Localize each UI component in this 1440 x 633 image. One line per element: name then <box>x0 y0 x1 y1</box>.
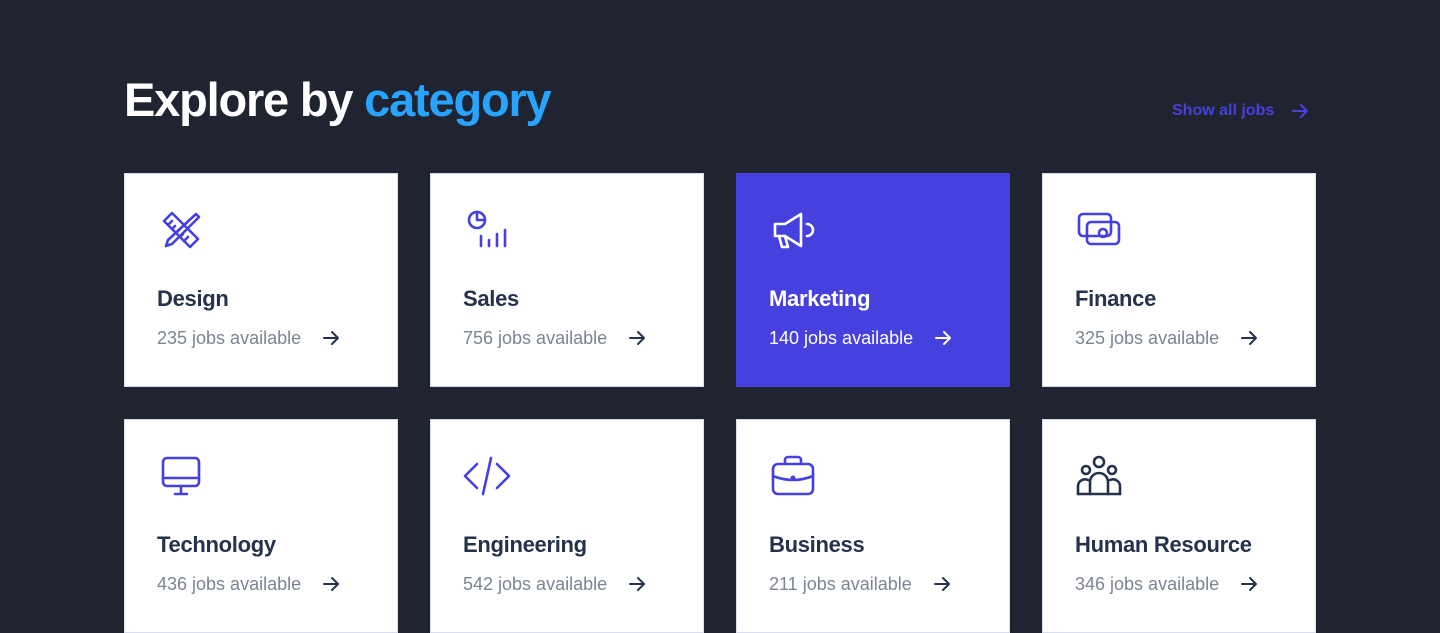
category-count: 235 jobs available <box>157 328 302 348</box>
category-meta: 140 jobs available <box>769 325 977 351</box>
arrow-right-icon <box>935 331 952 345</box>
arrow-right-icon <box>629 331 646 345</box>
category-card-human-resource[interactable]: Human Resource 346 jobs available <box>1042 419 1316 633</box>
category-count: 211 jobs available <box>769 574 912 594</box>
category-meta: 436 jobs available <box>157 571 365 597</box>
megaphone-icon <box>773 212 815 249</box>
category-name: Business <box>769 532 865 557</box>
section-title-prefix: Explore by <box>124 73 354 126</box>
category-meta: 235 jobs available <box>157 325 365 351</box>
category-name: Technology <box>157 532 276 557</box>
category-card-business[interactable]: Business 211 jobs available <box>736 419 1010 633</box>
category-card-sales[interactable]: Sales 756 jobs available <box>430 173 704 387</box>
category-name: Sales <box>463 286 519 311</box>
show-all-jobs-link[interactable]: Show all jobs <box>1172 99 1312 123</box>
category-card-technology[interactable]: Technology 436 jobs available <box>124 419 398 633</box>
monitor-icon <box>161 456 201 496</box>
show-all-jobs-label: Show all jobs <box>1172 102 1275 119</box>
category-meta: 756 jobs available <box>463 325 671 351</box>
category-grid: Design 235 jobs available Sales 756 jobs… <box>124 173 1316 633</box>
arrow-right-icon <box>1241 331 1258 345</box>
section-title-accent: category <box>364 73 552 126</box>
arrow-right-icon <box>1292 104 1309 118</box>
category-card-engineering[interactable]: Engineering 542 jobs available <box>430 419 704 633</box>
category-meta: 211 jobs available <box>769 571 977 597</box>
arrow-right-icon <box>629 577 646 591</box>
category-count: 756 jobs available <box>463 328 608 348</box>
arrow-right-icon <box>1241 577 1258 591</box>
arrow-right-icon <box>933 577 950 591</box>
category-count: 325 jobs available <box>1075 328 1220 348</box>
category-meta: 325 jobs available <box>1075 325 1283 351</box>
arrow-right-icon <box>323 577 340 591</box>
category-name: Design <box>157 286 229 311</box>
category-name: Engineering <box>463 532 587 557</box>
category-count: 542 jobs available <box>463 574 608 594</box>
code-icon <box>463 456 511 496</box>
category-name: Marketing <box>769 286 871 311</box>
category-card-design[interactable]: Design 235 jobs available <box>124 173 398 387</box>
arrow-right-icon <box>323 331 340 345</box>
pen-ruler-icon <box>162 211 201 249</box>
category-meta: 346 jobs available <box>1075 571 1283 597</box>
category-name: Finance <box>1075 286 1157 311</box>
section-title: Explore by category <box>124 70 552 130</box>
category-count: 436 jobs available <box>157 574 302 594</box>
category-meta: 542 jobs available <box>463 571 671 597</box>
briefcase-icon <box>771 455 815 496</box>
chart-icon <box>467 210 507 248</box>
category-count: 346 jobs available <box>1075 574 1220 594</box>
category-card-marketing[interactable]: Marketing 140 jobs available <box>736 173 1010 387</box>
category-card-finance[interactable]: Finance 325 jobs available <box>1042 173 1316 387</box>
people-icon <box>1076 455 1122 496</box>
category-name: Human Resource <box>1075 532 1252 557</box>
money-icon <box>1077 212 1121 246</box>
category-count: 140 jobs available <box>769 328 914 348</box>
